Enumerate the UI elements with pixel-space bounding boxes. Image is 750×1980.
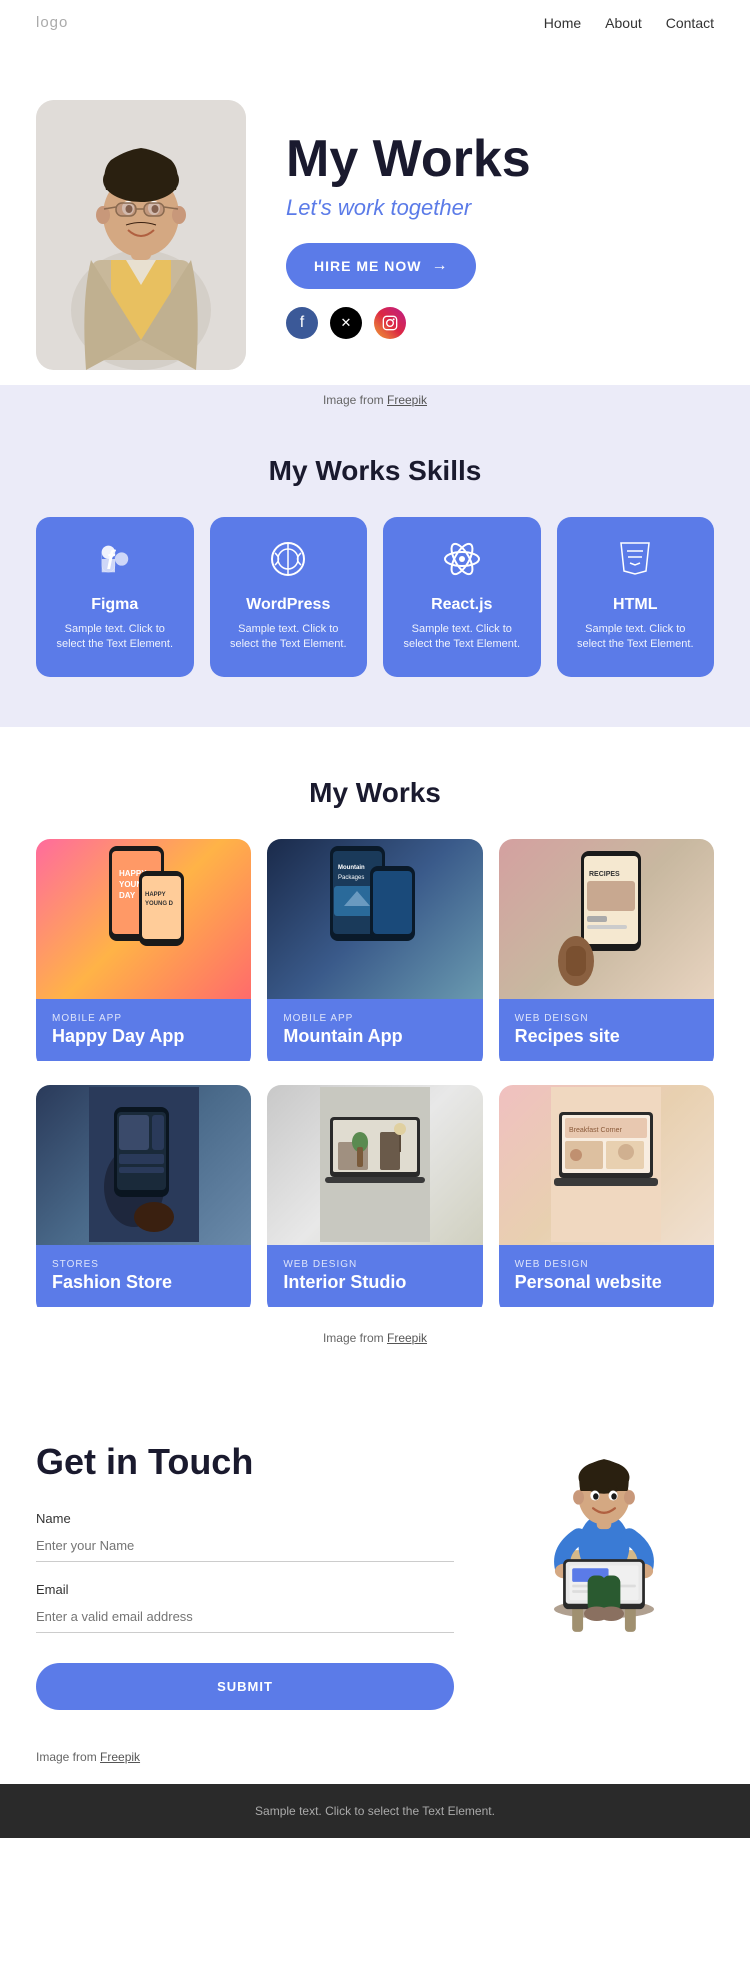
nav-home[interactable]: Home <box>544 15 581 31</box>
contact-image-credit: Image from Freepik <box>0 1750 750 1784</box>
svg-text:ƒ: ƒ <box>105 547 117 570</box>
social-icons: f ✕ <box>286 307 714 339</box>
html-icon <box>573 541 699 586</box>
work-title-3: Recipes site <box>515 1026 698 1047</box>
work-img-1: HAPPY YOUNG DAY HAPPY YOUNG D <box>36 839 251 999</box>
hero-text: My Works Let's work together HIRE ME NOW… <box>286 131 714 338</box>
nav-contact[interactable]: Contact <box>666 15 714 31</box>
work-category-1: MOBILE APP <box>52 1013 235 1024</box>
instagram-icon[interactable] <box>374 307 406 339</box>
contact-title: Get in Touch <box>36 1441 454 1483</box>
figma-desc: Sample text. Click to select the Text El… <box>52 622 178 653</box>
contact-form-area: Get in Touch Name Email SUBMIT <box>36 1441 454 1710</box>
footer-text: Sample text. Click to select the Text El… <box>36 1804 714 1818</box>
svg-text:RECIPES: RECIPES <box>589 871 620 878</box>
nav-about[interactable]: About <box>605 15 642 31</box>
work-img-3: RECIPES <box>499 839 714 999</box>
freepik-link-works[interactable]: Freepik <box>387 1331 427 1345</box>
work-title-5: Interior Studio <box>283 1272 466 1293</box>
html-name: HTML <box>573 596 699 614</box>
email-field-group: Email <box>36 1582 454 1633</box>
work-img-5 <box>267 1085 482 1245</box>
svg-text:DAY: DAY <box>119 891 136 900</box>
nav-links: Home About Contact <box>544 15 714 31</box>
work-card-1[interactable]: HAPPY YOUNG DAY HAPPY YOUNG D MOBILE APP… <box>36 839 251 1069</box>
html-desc: Sample text. Click to select the Text El… <box>573 622 699 653</box>
name-input[interactable] <box>36 1530 454 1562</box>
works-image-credit: Image from Freepik <box>36 1315 714 1361</box>
skills-title: My Works Skills <box>36 455 714 487</box>
work-title-2: Mountain App <box>283 1026 466 1047</box>
work-card-6[interactable]: Breakfast Corner WEB DESIGN Personal web… <box>499 1085 714 1315</box>
svg-text:Mountain: Mountain <box>338 865 365 871</box>
wordpress-icon <box>226 541 352 586</box>
contact-section: Get in Touch Name Email SUBMIT <box>0 1381 750 1750</box>
work-card-4[interactable]: STORES Fashion Store <box>36 1085 251 1315</box>
submit-button[interactable]: SUBMIT <box>36 1663 454 1710</box>
work-overlay-3: WEB DEISGN Recipes site <box>499 999 714 1061</box>
work-overlay-2: MOBILE APP Mountain App <box>267 999 482 1061</box>
hero-image <box>36 100 246 370</box>
work-img-6: Breakfast Corner <box>499 1085 714 1245</box>
works-grid: HAPPY YOUNG DAY HAPPY YOUNG D MOBILE APP… <box>36 839 714 1315</box>
logo: logo <box>36 14 68 31</box>
work-img-2: Mountain Packages <box>267 839 482 999</box>
arrow-icon: → <box>431 257 448 275</box>
hero-subtitle: Let's work together <box>286 195 714 221</box>
hero-section: My Works Let's work together HIRE ME NOW… <box>0 45 750 385</box>
page-footer: Sample text. Click to select the Text El… <box>0 1784 750 1838</box>
react-desc: Sample text. Click to select the Text El… <box>399 622 525 653</box>
hire-me-button[interactable]: HIRE ME NOW → <box>286 243 476 289</box>
skill-html: HTML Sample text. Click to select the Te… <box>557 517 715 677</box>
wordpress-desc: Sample text. Click to select the Text El… <box>226 622 352 653</box>
work-category-4: STORES <box>52 1259 235 1270</box>
svg-text:Packages: Packages <box>338 875 364 881</box>
work-overlay-6: WEB DESIGN Personal website <box>499 1245 714 1307</box>
react-icon <box>399 541 525 586</box>
wordpress-name: WordPress <box>226 596 352 614</box>
work-category-6: WEB DESIGN <box>515 1259 698 1270</box>
works-section: My Works HAPPY YOUNG DAY HAPPY YOUNG D M… <box>0 727 750 1381</box>
skills-grid: ƒ Figma Sample text. Click to select the… <box>36 517 714 677</box>
email-input[interactable] <box>36 1601 454 1633</box>
work-title-6: Personal website <box>515 1272 698 1293</box>
work-category-5: WEB DESIGN <box>283 1259 466 1270</box>
work-title-4: Fashion Store <box>52 1272 235 1293</box>
twitter-icon[interactable]: ✕ <box>330 307 362 339</box>
email-label: Email <box>36 1582 454 1597</box>
work-img-4 <box>36 1085 251 1245</box>
work-card-5[interactable]: WEB DESIGN Interior Studio <box>267 1085 482 1315</box>
freepik-link-hero[interactable]: Freepik <box>387 393 427 407</box>
work-card-3[interactable]: RECIPES WEB DEISGN Recipes site <box>499 839 714 1069</box>
skill-figma: ƒ Figma Sample text. Click to select the… <box>36 517 194 677</box>
hero-image-credit: Image from Freepik <box>0 385 750 415</box>
work-card-2[interactable]: Mountain Packages MOBILE APP Mountain Ap… <box>267 839 482 1069</box>
svg-text:YOUNG D: YOUNG D <box>145 901 174 907</box>
work-overlay-1: MOBILE APP Happy Day App <box>36 999 251 1061</box>
contact-illustration <box>494 1441 714 1641</box>
hire-btn-label: HIRE ME NOW <box>314 258 421 274</box>
navbar: logo Home About Contact <box>0 0 750 45</box>
svg-text:Breakfast Corner: Breakfast Corner <box>569 1127 623 1134</box>
work-overlay-4: STORES Fashion Store <box>36 1245 251 1307</box>
skill-react: React.js Sample text. Click to select th… <box>383 517 541 677</box>
works-title: My Works <box>36 777 714 809</box>
work-category-2: MOBILE APP <box>283 1013 466 1024</box>
hero-title: My Works <box>286 131 714 188</box>
freepik-link-contact[interactable]: Freepik <box>100 1750 140 1764</box>
figma-icon: ƒ <box>52 541 178 586</box>
facebook-icon[interactable]: f <box>286 307 318 339</box>
skill-wordpress: WordPress Sample text. Click to select t… <box>210 517 368 677</box>
svg-text:HAPPY: HAPPY <box>145 892 166 898</box>
skills-section: My Works Skills ƒ Figma Sample text. Cli… <box>0 415 750 727</box>
work-category-3: WEB DEISGN <box>515 1013 698 1024</box>
name-label: Name <box>36 1511 454 1526</box>
react-name: React.js <box>399 596 525 614</box>
name-field-group: Name <box>36 1511 454 1562</box>
figma-name: Figma <box>52 596 178 614</box>
work-title-1: Happy Day App <box>52 1026 235 1047</box>
work-overlay-5: WEB DESIGN Interior Studio <box>267 1245 482 1307</box>
